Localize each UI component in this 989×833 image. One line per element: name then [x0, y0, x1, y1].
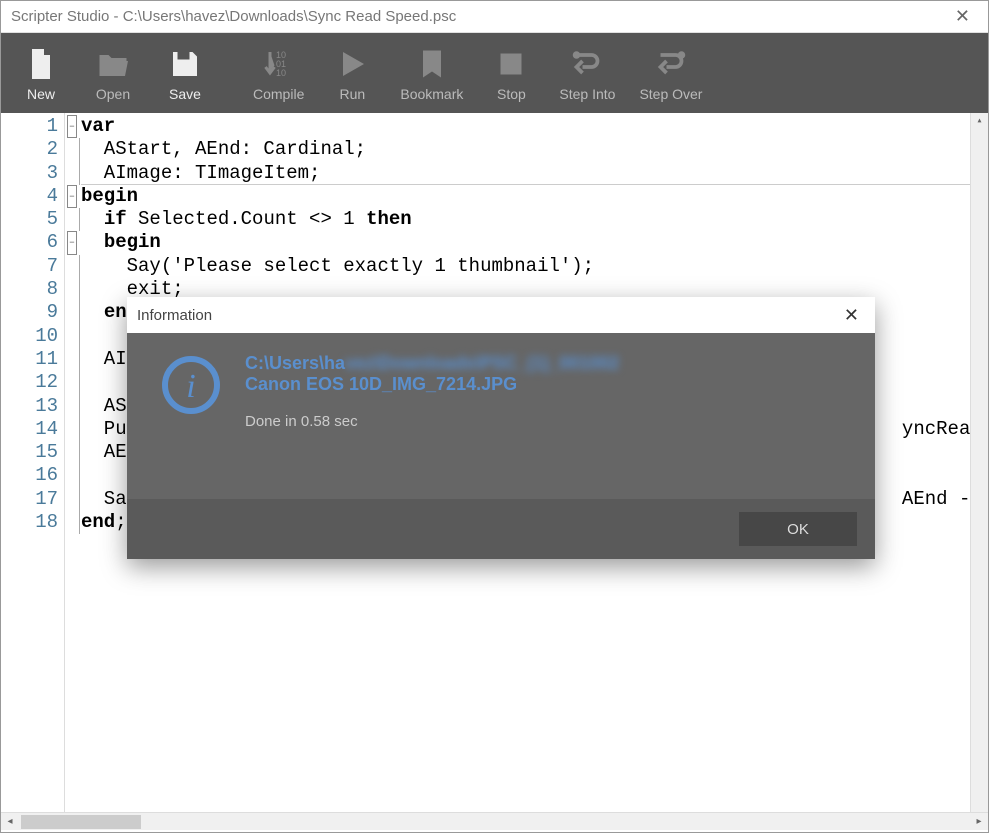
info-icon: i: [159, 353, 223, 417]
line-number: 14: [1, 418, 58, 441]
scrollbar-thumb[interactable]: [21, 815, 141, 829]
svg-text:10: 10: [276, 68, 286, 78]
step-over-icon: [653, 46, 689, 82]
fold-toggle-icon[interactable]: −: [67, 185, 77, 208]
line-number: 4: [1, 185, 58, 208]
new-button[interactable]: New: [5, 40, 77, 106]
stop-label: Stop: [497, 86, 526, 102]
new-label: New: [27, 86, 55, 102]
window-close-button[interactable]: ✕: [947, 6, 978, 27]
step-over-button[interactable]: Step Over: [627, 40, 714, 106]
window-titlebar: Scripter Studio - C:\Users\havez\Downloa…: [1, 1, 988, 33]
dialog-path-visible: C:\Users\ha: [245, 353, 345, 373]
step-into-icon: [569, 46, 605, 82]
bookmark-icon: [414, 46, 450, 82]
stop-button[interactable]: Stop: [475, 40, 547, 106]
line-number: 2: [1, 138, 58, 161]
code-line[interactable]: begin: [81, 185, 970, 208]
dialog-status: Done in 0.58 sec: [245, 413, 853, 430]
line-number: 9: [1, 301, 58, 324]
dialog-footer: OK: [127, 499, 875, 559]
dialog-titlebar: Information ✕: [127, 297, 875, 333]
line-number: 8: [1, 278, 58, 301]
line-number: 1: [1, 115, 58, 138]
code-line[interactable]: begin: [81, 231, 970, 254]
information-dialog: Information ✕ i C:\Users\havez\Downloads…: [127, 297, 875, 559]
line-number: 7: [1, 255, 58, 278]
play-icon: [334, 46, 370, 82]
vertical-scrollbar[interactable]: ▴: [970, 113, 988, 812]
dialog-filename: Canon EOS 10D_IMG_7214.JPG: [245, 374, 853, 395]
fold-column: − − −: [65, 113, 79, 812]
dialog-title-text: Information: [137, 307, 212, 324]
bookmark-label: Bookmark: [400, 86, 463, 102]
open-button[interactable]: Open: [77, 40, 149, 106]
save-button[interactable]: Save: [149, 40, 221, 106]
dialog-body: i C:\Users\havez\Downloads\PSC_(1)_00100…: [127, 333, 875, 499]
line-number: 18: [1, 511, 58, 534]
step-over-label: Step Over: [639, 86, 702, 102]
svg-text:i: i: [186, 368, 195, 405]
line-number: 3: [1, 162, 58, 185]
dialog-path-blurred: vez\Downloads\PSC_(1)_001002: [345, 353, 619, 373]
save-label: Save: [169, 86, 201, 102]
code-line[interactable]: if Selected.Count <> 1 then: [81, 208, 970, 231]
line-number: 6: [1, 231, 58, 254]
compile-icon: 100110: [261, 46, 297, 82]
line-number: 11: [1, 348, 58, 371]
open-label: Open: [96, 86, 130, 102]
line-number: 17: [1, 488, 58, 511]
bookmark-button[interactable]: Bookmark: [388, 40, 475, 106]
line-number: 15: [1, 441, 58, 464]
ok-button[interactable]: OK: [739, 512, 857, 546]
line-number: 5: [1, 208, 58, 231]
run-label: Run: [340, 86, 366, 102]
code-line[interactable]: AImage: TImageItem;: [81, 162, 970, 185]
window-title: Scripter Studio - C:\Users\havez\Downloa…: [11, 8, 456, 25]
compile-label: Compile: [253, 86, 304, 102]
folder-open-icon: [95, 46, 131, 82]
dialog-message: C:\Users\havez\Downloads\PSC_(1)_001002 …: [233, 353, 853, 489]
code-line[interactable]: var: [81, 115, 970, 138]
line-number: 12: [1, 371, 58, 394]
code-line[interactable]: Say('Please select exactly 1 thumbnail')…: [81, 255, 970, 278]
fold-toggle-icon[interactable]: −: [67, 231, 77, 254]
line-number: 16: [1, 464, 58, 487]
scroll-right-arrow-icon[interactable]: ▸: [970, 816, 988, 827]
dialog-close-button[interactable]: ✕: [838, 305, 865, 326]
step-into-label: Step Into: [559, 86, 615, 102]
main-toolbar: New Open Save 100110 Compile Run Bookmar…: [1, 33, 988, 113]
run-button[interactable]: Run: [316, 40, 388, 106]
line-number-gutter: 123456789101112131415161718: [1, 113, 65, 812]
scroll-left-arrow-icon[interactable]: ◂: [1, 816, 19, 827]
line-number: 13: [1, 395, 58, 418]
horizontal-scrollbar[interactable]: ◂ ▸: [1, 812, 988, 830]
file-new-icon: [23, 46, 59, 82]
stop-icon: [493, 46, 529, 82]
scroll-up-arrow-icon[interactable]: ▴: [971, 113, 988, 131]
save-icon: [167, 46, 203, 82]
code-line[interactable]: AStart, AEnd: Cardinal;: [81, 138, 970, 161]
fold-toggle-icon[interactable]: −: [67, 115, 77, 138]
step-into-button[interactable]: Step Into: [547, 40, 627, 106]
line-number: 10: [1, 325, 58, 348]
compile-button[interactable]: 100110 Compile: [241, 40, 316, 106]
